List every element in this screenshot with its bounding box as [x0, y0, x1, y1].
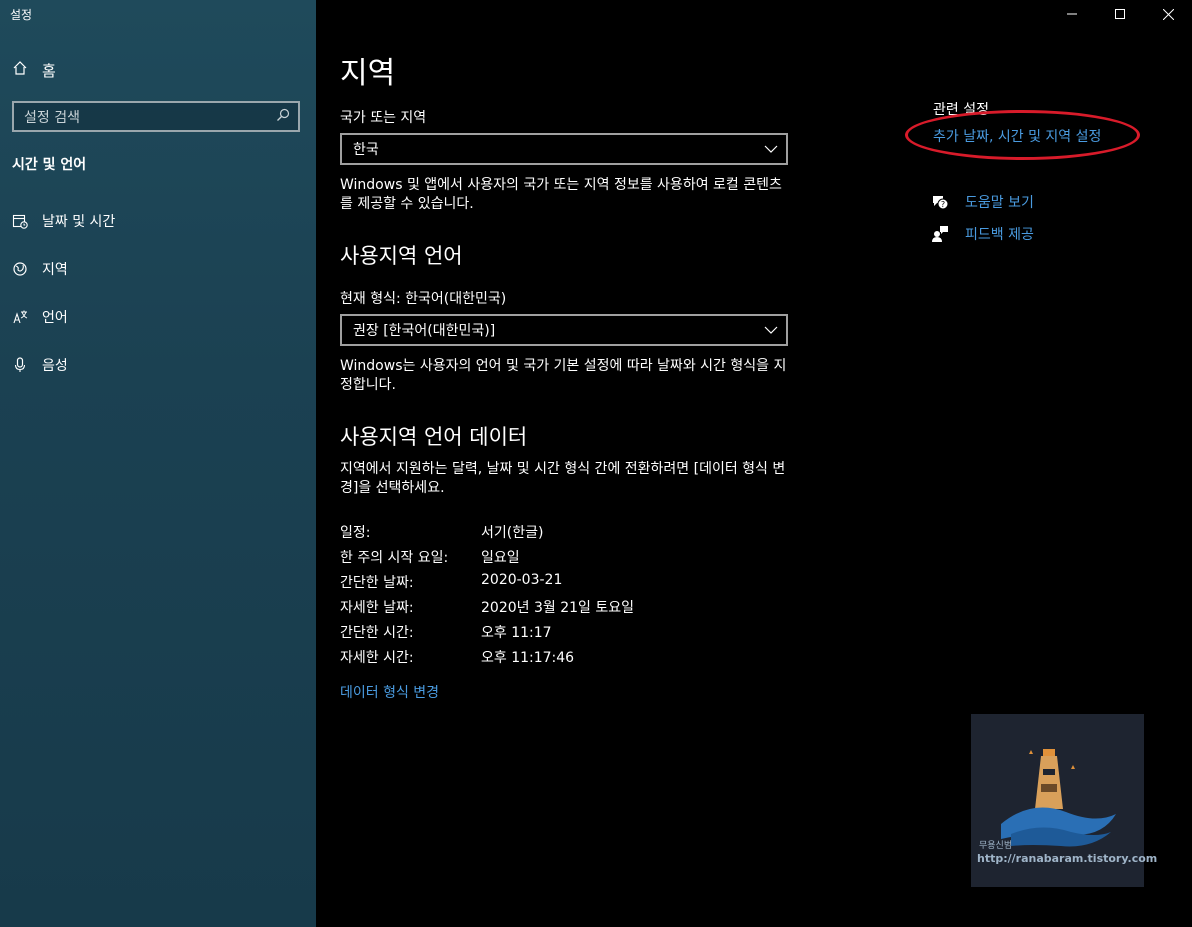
home-icon [12, 60, 28, 80]
feedback-icon [931, 225, 949, 243]
page-title: 지역 [340, 56, 396, 91]
calendar-clock-icon [12, 213, 28, 229]
home-nav-item[interactable]: 홈 [12, 58, 56, 82]
minimize-button[interactable] [1048, 0, 1096, 28]
change-data-format-link[interactable]: 데이터 형식 변경 [340, 682, 439, 702]
format-row-value: 서기(한글) [481, 525, 544, 541]
country-value: 한국 [353, 142, 379, 158]
regional-format-value: 권장 [한국어(대한민국)] [353, 323, 496, 339]
sidebar-item-label: 지역 [42, 262, 68, 278]
watermark-logo: 무용신범 http://ranabaram.tistory.com [971, 714, 1157, 887]
additional-settings-link[interactable]: 추가 날짜, 시간 및 지역 설정 [933, 126, 1101, 146]
minimize-icon [1067, 13, 1077, 15]
format-row-key: 간단한 시간: [340, 625, 414, 641]
search-icon[interactable] [276, 108, 290, 126]
sidebar-item-speech[interactable]: 음성 [0, 345, 316, 385]
format-row: 자세한 시간: 오후 11:17:46 [340, 647, 574, 667]
app-title: 설정 [10, 8, 33, 22]
close-button[interactable] [1144, 0, 1192, 28]
svg-text:?: ? [941, 200, 945, 209]
language-icon [12, 309, 28, 325]
give-feedback-label: 피드백 제공 [965, 227, 1034, 243]
format-row: 일정: 서기(한글) [340, 522, 543, 542]
regional-format-description: Windows는 사용자의 언어 및 국가 기본 설정에 따라 날짜와 시간 형… [340, 358, 787, 393]
format-row-value: 2020년 3월 21일 토요일 [481, 600, 634, 616]
maximize-button[interactable] [1096, 0, 1144, 28]
sidebar-item-region[interactable]: 지역 [0, 249, 316, 289]
format-data-description: 지역에서 지원하는 달력, 날짜 및 시간 형식 간에 전환하려면 [데이터 형… [340, 461, 786, 496]
format-row-key: 간단한 날짜: [340, 575, 414, 591]
globe-icon [12, 261, 28, 277]
section-title: 시간 및 언어 [12, 157, 87, 173]
format-row-value: 일요일 [481, 550, 520, 566]
get-help-label: 도움말 보기 [965, 195, 1034, 211]
home-label: 홈 [42, 61, 56, 80]
country-description: Windows 및 앱에서 사용자의 국가 또는 지역 정보를 사용하여 로컬 … [340, 177, 782, 212]
format-row-key: 일정: [340, 525, 371, 541]
format-row-value: 오후 11:17 [481, 625, 552, 641]
sidebar-item-date-time[interactable]: 날짜 및 시간 [0, 201, 316, 241]
format-row: 간단한 시간: 오후 11:17 [340, 622, 552, 642]
current-format-label: 현재 형식: 한국어(대한민국) [340, 291, 507, 307]
sidebar: 설정 홈 설정 검색 시간 및 언어 날짜 및 시간 지역 언어 음성 [0, 0, 316, 927]
format-row-value: 2020-03-21 [481, 572, 563, 588]
give-feedback-link[interactable]: 피드백 제공 [931, 224, 1034, 244]
maximize-icon [1115, 9, 1125, 19]
format-row-key: 자세한 시간: [340, 650, 414, 666]
sidebar-item-label: 날짜 및 시간 [42, 214, 116, 230]
regional-format-dropdown[interactable]: 권장 [한국어(대한민국)] [340, 314, 788, 346]
sidebar-item-label: 언어 [42, 310, 68, 326]
sidebar-item-language[interactable]: 언어 [0, 297, 316, 337]
format-row-key: 자세한 날짜: [340, 600, 414, 616]
search-placeholder: 설정 검색 [24, 109, 80, 126]
chevron-down-icon [764, 141, 778, 157]
regional-format-heading: 사용지역 언어 [340, 244, 463, 268]
search-input[interactable]: 설정 검색 [12, 101, 300, 132]
format-row-value: 오후 11:17:46 [481, 650, 575, 666]
microphone-icon [12, 357, 28, 373]
watermark-text: 무용신범 [979, 841, 1013, 851]
sidebar-item-label: 음성 [42, 358, 68, 374]
format-row-key: 한 주의 시작 요일: [340, 550, 449, 566]
format-row: 한 주의 시작 요일: 일요일 [340, 547, 520, 567]
watermark-url: http://ranabaram.tistory.com [977, 852, 1158, 865]
format-row: 간단한 날짜: 2020-03-21 [340, 572, 562, 592]
get-help-link[interactable]: ? 도움말 보기 [931, 192, 1034, 212]
chevron-down-icon [764, 322, 778, 338]
help-chat-icon: ? [931, 193, 949, 211]
close-icon [1162, 8, 1174, 20]
country-label: 국가 또는 지역 [340, 110, 427, 126]
format-data-heading: 사용지역 언어 데이터 [340, 425, 528, 449]
window-controls [1048, 0, 1192, 28]
country-dropdown[interactable]: 한국 [340, 133, 788, 165]
format-row: 자세한 날짜: 2020년 3월 21일 토요일 [340, 597, 634, 617]
